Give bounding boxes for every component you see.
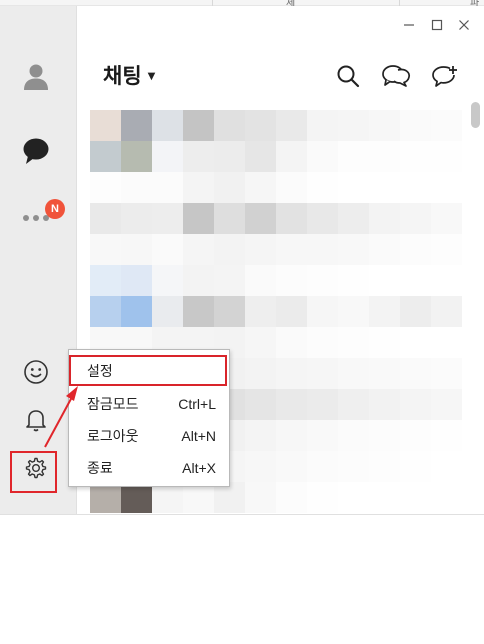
annotation-arrow [44, 386, 78, 448]
screen: { "background_window": { "fragment_left"… [0, 0, 484, 644]
